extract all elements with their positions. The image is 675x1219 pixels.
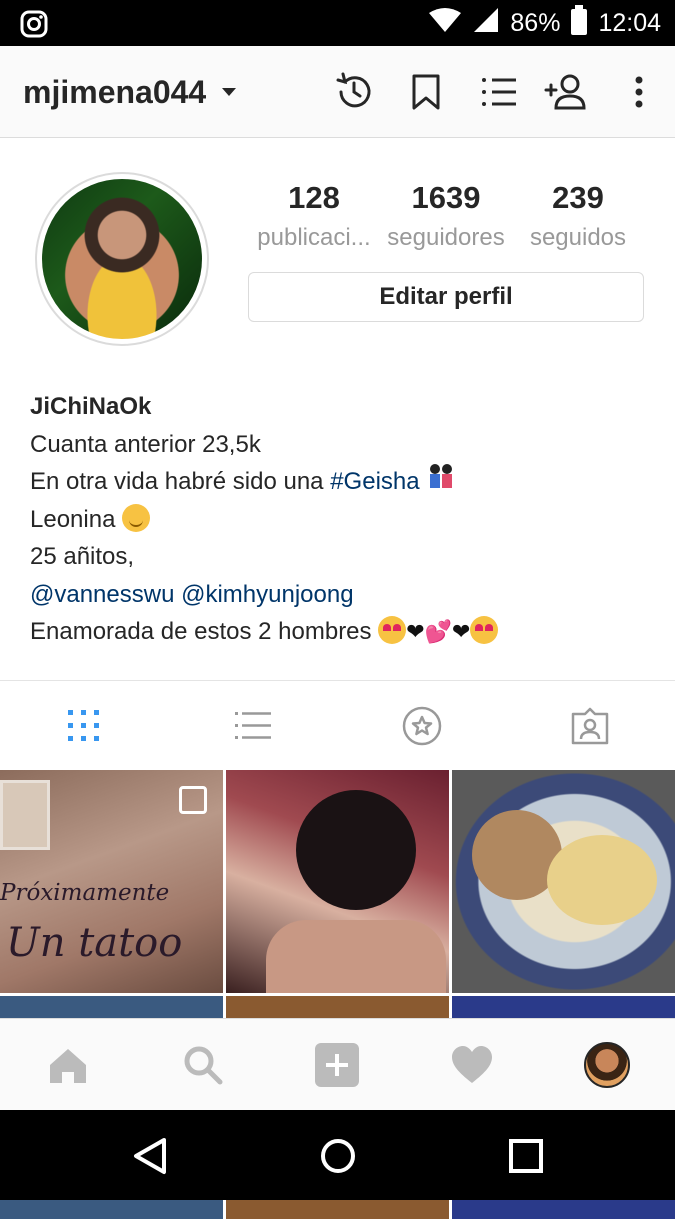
post-thumbnail[interactable]: Próximamente Un tatoo — [0, 770, 223, 993]
signal-icon — [472, 7, 500, 40]
stat-followers-count: 1639 — [411, 180, 481, 215]
add-person-icon[interactable] — [544, 70, 588, 114]
profile-bio: JiChiNaOk Cuanta anterior 23,5k En otra … — [30, 388, 650, 651]
stat-following-count: 239 — [552, 180, 604, 215]
back-icon[interactable] — [128, 1134, 172, 1178]
instagram-icon — [20, 10, 48, 43]
battery-icon — [570, 4, 588, 42]
chevron-down-icon[interactable] — [222, 88, 236, 96]
saved-star-icon[interactable] — [402, 706, 442, 746]
activity-heart-icon[interactable] — [450, 1043, 494, 1087]
bio-line: Enamorada de estos 2 hombres ❤💕❤ — [30, 613, 650, 651]
recents-icon[interactable] — [504, 1134, 548, 1178]
photo-frame — [0, 780, 50, 850]
multiple-photos-icon — [179, 786, 207, 814]
more-vertical-icon[interactable] — [617, 70, 661, 114]
wifi-icon — [428, 7, 462, 40]
black-heart-icon: ❤ — [406, 619, 425, 644]
battery-percent: 86% — [510, 8, 561, 37]
list-view-icon[interactable] — [233, 706, 273, 746]
edit-profile-button[interactable]: Editar perfil — [248, 272, 644, 322]
smile-emoji-icon — [122, 503, 151, 532]
avatar-photo — [42, 179, 202, 339]
bio-line: Leonina — [30, 501, 650, 539]
mention-links[interactable]: @vannesswu @kimhyunjoong — [30, 581, 354, 608]
grid-view-icon[interactable] — [64, 706, 104, 746]
bottom-navigation — [0, 1018, 675, 1110]
profile-avatar[interactable] — [584, 1042, 630, 1088]
stat-followers[interactable]: 1639 seguidores — [380, 180, 512, 252]
tabs-divider — [0, 680, 675, 681]
stat-following-label: seguidos — [529, 224, 627, 251]
post-thumbnail[interactable] — [226, 770, 449, 993]
system-navigation-bar — [0, 1110, 675, 1200]
home-icon[interactable] — [46, 1043, 90, 1087]
hashtag-link[interactable]: #Geisha — [330, 468, 419, 495]
post-thumbnail[interactable] — [452, 770, 675, 993]
search-icon[interactable] — [181, 1043, 225, 1087]
post-caption-small: Próximamente — [0, 880, 170, 906]
bio-line: Cuanta anterior 23,5k — [30, 426, 650, 464]
clock: 12:04 — [598, 8, 661, 37]
status-bar: 86% 12:04 — [0, 0, 675, 46]
history-icon[interactable] — [332, 70, 376, 114]
arm-shape — [266, 920, 446, 993]
bio-text: Enamorada de estos 2 hombres — [30, 618, 372, 645]
bookmark-icon[interactable] — [404, 70, 448, 114]
heart-eyes-emoji-icon — [378, 616, 407, 644]
stat-followers-label: seguidores — [387, 224, 505, 251]
bio-line: En otra vida habré sido una #Geisha — [30, 463, 650, 501]
profile-avatar-large[interactable] — [35, 172, 209, 346]
food-shape — [547, 835, 657, 925]
post-caption-large: Un tatoo — [6, 920, 183, 966]
bio-text: Leonina — [30, 505, 116, 533]
stat-posts-count: 128 — [288, 180, 340, 215]
stat-following[interactable]: 239 seguidos — [518, 180, 638, 252]
bio-text: Cuanta anterior 23,5k — [30, 430, 261, 458]
username-switcher[interactable]: mjimena044 — [23, 74, 206, 111]
two-hearts-icon: 💕 — [424, 619, 453, 644]
stat-posts-label: publicaci... — [257, 224, 371, 251]
profile-header: mjimena044 — [0, 46, 675, 138]
dolls-emoji-icon — [426, 463, 456, 501]
display-name: JiChiNaOk — [30, 393, 152, 420]
bio-line: @vannesswu @kimhyunjoong — [30, 576, 650, 614]
bio-text: 25 añitos, — [30, 543, 135, 570]
bio-text: En otra vida habré sido una — [30, 468, 331, 495]
bio-line: 25 añitos, — [30, 538, 650, 576]
new-post-icon[interactable] — [315, 1043, 359, 1087]
heart-eyes-emoji-icon — [470, 616, 499, 644]
tagged-photos-icon[interactable] — [570, 706, 610, 746]
discover-list-icon[interactable] — [476, 70, 520, 114]
hair-shape — [296, 790, 416, 910]
stat-posts[interactable]: 128 publicaci... — [244, 180, 384, 252]
black-heart-icon: ❤ — [452, 619, 471, 644]
home-circle-icon[interactable] — [316, 1134, 360, 1178]
